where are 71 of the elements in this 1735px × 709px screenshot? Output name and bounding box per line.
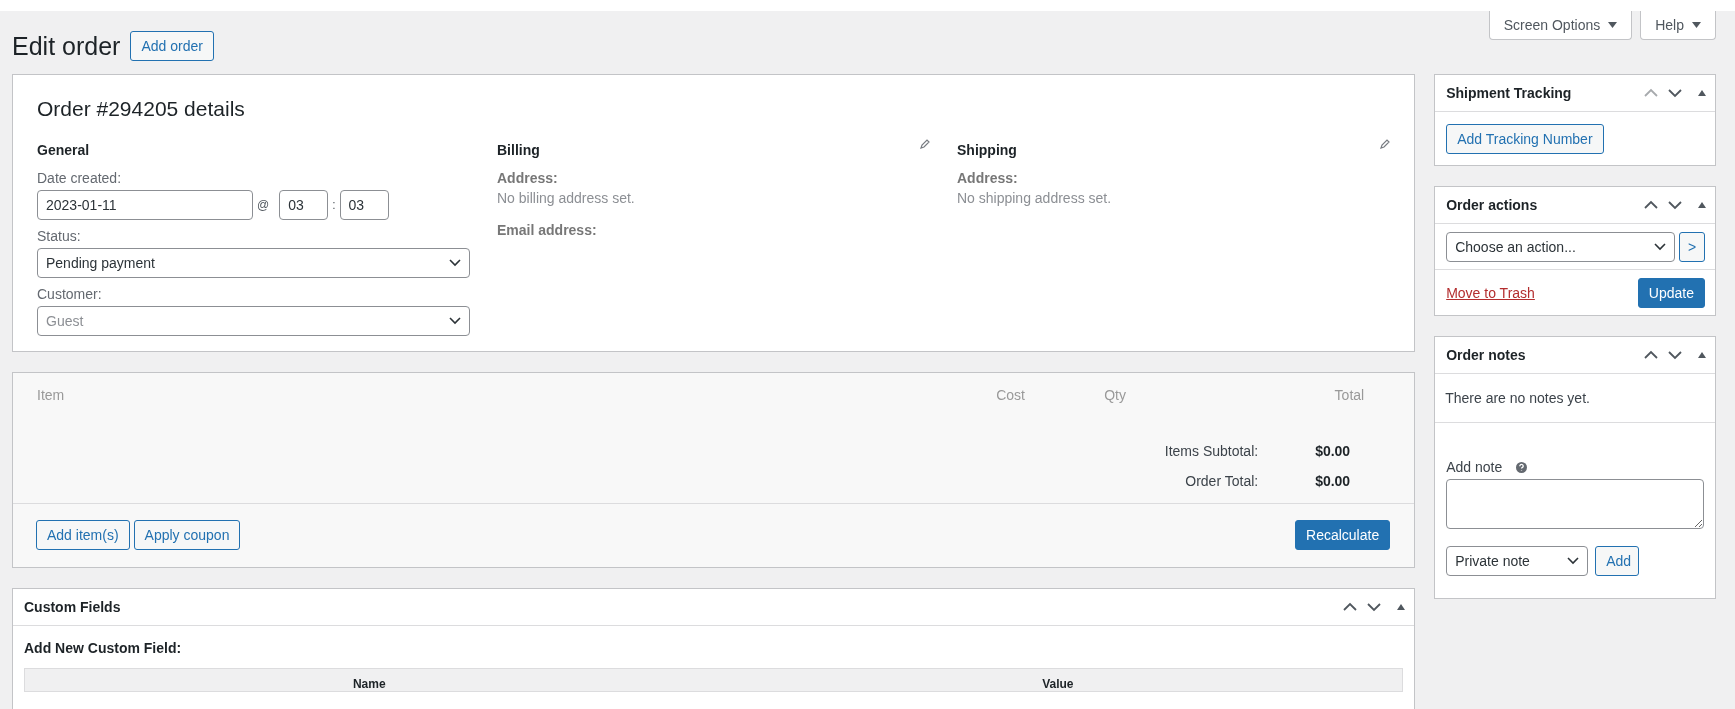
add-order-button[interactable]: Add order: [130, 31, 214, 61]
field-label: Date created:: [37, 170, 123, 186]
field-label: Address:: [497, 170, 559, 186]
action-select[interactable]: Choose an action...: [1446, 232, 1675, 262]
apply-action-button[interactable]: >: [1679, 232, 1705, 262]
column-header: Total: [1333, 387, 1365, 405]
update-button[interactable]: Update: [1637, 278, 1705, 308]
chevron-down-icon[interactable]: [1667, 200, 1683, 210]
collapse-triangle-icon[interactable]: [1697, 89, 1707, 97]
address-text: No shipping address set.: [957, 190, 1113, 206]
field-label: Address:: [957, 170, 1019, 186]
status-select[interactable]: Pending payment: [37, 248, 470, 278]
item-action-button[interactable]: Add item(s): [36, 520, 130, 550]
column-header: Name: [351, 676, 387, 691]
pencil-icon[interactable]: [920, 139, 930, 149]
collapse-triangle-icon[interactable]: [1396, 603, 1407, 611]
add-tracking-button[interactable]: Add Tracking Number: [1446, 124, 1604, 154]
total-value: $0.00: [1314, 443, 1351, 459]
collapse-triangle-icon[interactable]: [1697, 201, 1707, 209]
date-field[interactable]: 2023-01-11: [37, 190, 253, 220]
chevron-up-icon[interactable]: [1342, 602, 1359, 612]
chevron-down-icon: [1654, 243, 1666, 251]
section-heading: Shipping: [957, 142, 1017, 158]
panel-title: Shipment Tracking: [1446, 85, 1572, 101]
chevron-down-icon: [1567, 557, 1580, 565]
chevron-down-icon: [449, 259, 461, 267]
address-text: No billing address set.: [497, 190, 636, 206]
collapse-triangle-icon[interactable]: [1697, 351, 1707, 359]
column-header: Item: [37, 387, 66, 405]
chevron-up-icon[interactable]: [1643, 350, 1659, 360]
panel-title: Custom Fields: [24, 599, 121, 615]
column-header: Value: [1041, 676, 1075, 691]
column-header: Cost: [996, 387, 1026, 405]
minute-field[interactable]: 03: [339, 190, 389, 220]
empty-notes-text: There are no notes yet.: [1435, 374, 1715, 423]
pencil-icon[interactable]: [1380, 139, 1390, 149]
screen-meta-button[interactable]: Screen Options: [1488, 11, 1633, 40]
chevron-down-icon[interactable]: [1667, 350, 1683, 360]
time-separator: :: [332, 198, 336, 212]
chevron-down-icon[interactable]: [1366, 602, 1383, 612]
panel-title: Order notes: [1446, 347, 1526, 363]
total-value: $0.00: [1314, 473, 1351, 489]
note-type-select[interactable]: Private note: [1446, 546, 1589, 576]
section-heading: General: [37, 142, 91, 158]
order-title: Order #294205 details: [37, 97, 246, 121]
triangle-down-icon: [1608, 22, 1618, 28]
section-heading: Billing: [497, 142, 540, 158]
chevron-down-icon[interactable]: [1667, 88, 1683, 98]
help-icon[interactable]: [1516, 461, 1528, 473]
page-title: Edit order: [12, 31, 121, 61]
total-label: Items Subtotal:: [1164, 443, 1259, 459]
section-subtitle: Add New Custom Field:: [24, 640, 183, 656]
add-note-button[interactable]: Add: [1595, 546, 1640, 576]
at-sign: @: [257, 198, 270, 212]
total-label: Order Total:: [1185, 473, 1259, 489]
item-action-button[interactable]: Apply coupon: [133, 520, 241, 550]
triangle-down-icon: [1692, 22, 1701, 28]
recalculate-button[interactable]: Recalculate: [1295, 520, 1391, 550]
field-label: Status:: [37, 228, 82, 244]
move-to-trash-link[interactable]: Move to Trash: [1446, 285, 1535, 301]
panel-title: Order actions: [1446, 197, 1538, 213]
hour-field[interactable]: 03: [279, 190, 329, 220]
chevron-up-icon[interactable]: [1643, 200, 1659, 210]
screen-meta-button[interactable]: Help: [1640, 11, 1716, 40]
field-label: Email address:: [497, 222, 598, 238]
customer-select[interactable]: Guest: [37, 306, 470, 336]
field-label: Add note: [1446, 459, 1503, 475]
column-header: Qty: [1104, 387, 1127, 405]
field-label: Customer:: [37, 286, 103, 302]
note-textarea[interactable]: [1446, 479, 1704, 529]
chevron-down-icon: [449, 317, 461, 325]
